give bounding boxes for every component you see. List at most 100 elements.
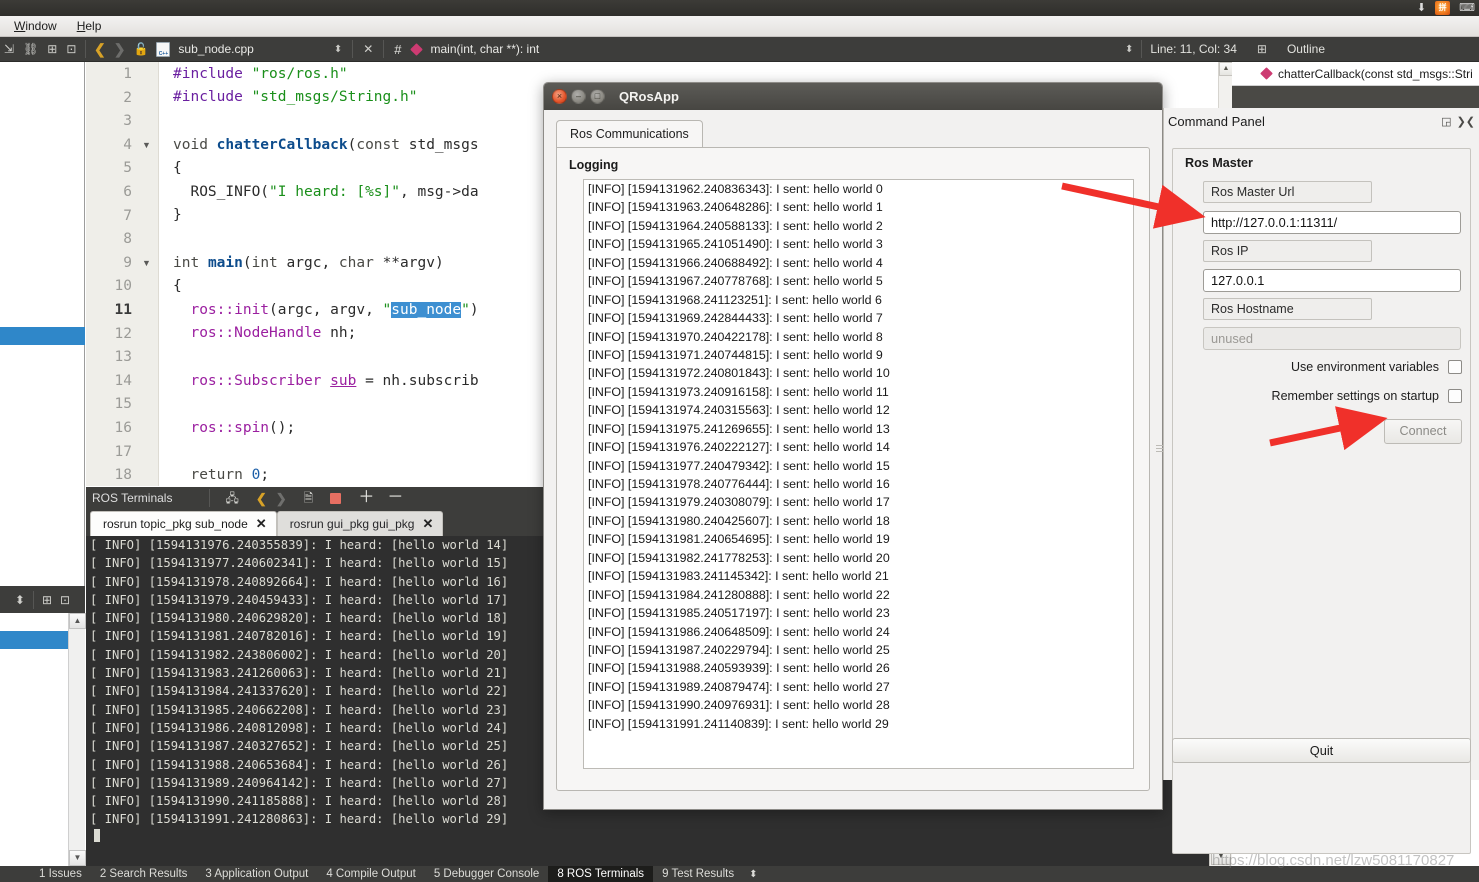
ros-terminal-tab-close-icon[interactable]: ✕: [422, 516, 433, 532]
close-file-icon[interactable]: ✕: [363, 43, 373, 55]
editor-scroll-up-icon[interactable]: ▲: [1219, 62, 1232, 76]
split-add-icon[interactable]: ⊞: [47, 43, 57, 55]
open-file-name[interactable]: sub_node.cpp: [178, 42, 253, 56]
log-list-item[interactable]: [INFO] [1594131973.240916158]: I sent: h…: [584, 383, 1133, 401]
ros-master-url-input[interactable]: http://127.0.0.1:11311/: [1203, 211, 1461, 234]
navigate-forward-icon[interactable]: ❯: [114, 41, 126, 58]
terminal-add-icon[interactable]: ＋: [358, 490, 374, 506]
code-fold-icon[interactable]: ▼: [142, 140, 151, 150]
file-selector-spin-icon[interactable]: ⬍: [334, 44, 342, 55]
link-icon[interactable]: ⛓: [23, 43, 38, 55]
log-list-item[interactable]: [INFO] [1594131969.242844433]: I sent: h…: [584, 309, 1133, 327]
log-list-item[interactable]: [INFO] [1594131972.240801843]: I sent: h…: [584, 364, 1133, 382]
log-list-item[interactable]: [INFO] [1594131978.240776444]: I sent: h…: [584, 475, 1133, 493]
statusbar-item[interactable]: 2 Search Results: [91, 866, 197, 882]
log-list-item[interactable]: [INFO] [1594131977.240479342]: I sent: h…: [584, 457, 1133, 475]
sidebar-scroll-down-icon[interactable]: ▼: [69, 850, 86, 866]
log-list-item[interactable]: [INFO] [1594131967.240778768]: I sent: h…: [584, 272, 1133, 290]
terminal-next-icon[interactable]: ❯: [276, 492, 287, 505]
remember-settings-checkbox[interactable]: [1448, 389, 1462, 403]
collapse-panel-icon[interactable]: ❯❮: [1457, 115, 1475, 128]
log-list-item[interactable]: [INFO] [1594131982.241778253]: I sent: h…: [584, 549, 1133, 567]
outline-split-icon[interactable]: ⊞: [1257, 43, 1267, 55]
terminal-prev-icon[interactable]: ❮: [256, 492, 267, 505]
log-list-item[interactable]: [INFO] [1594131962.240836343]: I sent: h…: [584, 180, 1133, 198]
statusbar-item[interactable]: 5 Debugger Console: [425, 866, 549, 882]
code-fold-icon[interactable]: ▼: [142, 258, 151, 268]
statusbar-item[interactable]: 8 ROS Terminals: [548, 866, 654, 882]
window-maximize-icon[interactable]: □: [590, 89, 605, 104]
ros-hostname-input[interactable]: unused: [1203, 327, 1461, 350]
terminal-new-file-icon[interactable]: 🗎: [304, 492, 314, 504]
ros-ip-input[interactable]: 127.0.0.1: [1203, 269, 1461, 292]
close-split-icon[interactable]: ⊡: [66, 43, 76, 55]
statusbar-spin-icon[interactable]: ⬍: [749, 869, 757, 880]
log-list-item[interactable]: [INFO] [1594131987.240229794]: I sent: h…: [584, 641, 1133, 659]
download-arrow-icon[interactable]: ⬇: [1417, 2, 1426, 14]
log-list-item[interactable]: [INFO] [1594131991.241140839]: I sent: h…: [584, 715, 1133, 733]
ros-terminal-tab-close-icon[interactable]: ✕: [256, 516, 267, 532]
remember-settings-row[interactable]: Remember settings on startup: [1272, 389, 1462, 403]
log-list-item[interactable]: [INFO] [1594131976.240222127]: I sent: h…: [584, 438, 1133, 456]
keyboard-icon[interactable]: ⌨: [1459, 2, 1475, 14]
sidebar-close-icon[interactable]: ⊡: [60, 594, 70, 606]
log-list-item[interactable]: [INFO] [1594131990.240976931]: I sent: h…: [584, 696, 1133, 714]
use-environment-variables-checkbox[interactable]: [1448, 360, 1462, 374]
sidebar-scroll-up-icon[interactable]: ▲: [69, 613, 86, 629]
use-environment-variables-row[interactable]: Use environment variables: [1291, 360, 1462, 374]
quit-button[interactable]: Quit: [1172, 738, 1471, 763]
ros-terminal-tab[interactable]: rosrun gui_pkg gui_pkg ✕: [276, 511, 444, 536]
log-list-item[interactable]: [INFO] [1594131989.240879474]: I sent: h…: [584, 678, 1133, 696]
sidebar-split-icon[interactable]: ⊞: [42, 594, 52, 606]
logging-list[interactable]: [INFO] [1594131962.240836343]: I sent: h…: [583, 179, 1134, 769]
tab-ros-communications[interactable]: Ros Communications: [556, 120, 703, 147]
log-list-item[interactable]: [INFO] [1594131974.240315563]: I sent: h…: [584, 401, 1133, 419]
connect-button[interactable]: Connect: [1384, 419, 1462, 444]
outline-panel: chatterCallback(const std_msgs::Stri: [1232, 62, 1479, 86]
statusbar-item[interactable]: 3 Application Output: [196, 866, 317, 882]
statusbar-item[interactable]: 1 Issues: [30, 866, 91, 882]
window-close-icon[interactable]: ×: [552, 89, 567, 104]
terminal-stop-icon[interactable]: [330, 492, 342, 504]
log-list-item[interactable]: [INFO] [1594131965.241051490]: I sent: h…: [584, 235, 1133, 253]
log-list-item[interactable]: [INFO] [1594131979.240308079]: I sent: h…: [584, 493, 1133, 511]
line-col-indicator[interactable]: Line: 11, Col: 34: [1150, 42, 1237, 56]
log-list-item[interactable]: [INFO] [1594131970.240422178]: I sent: h…: [584, 328, 1133, 346]
log-list-item[interactable]: [INFO] [1594131988.240593939]: I sent: h…: [584, 659, 1133, 677]
statusbar-item[interactable]: 4 Compile Output: [317, 866, 425, 882]
panel-splitter-handle[interactable]: [1155, 440, 1163, 456]
navigate-back-icon[interactable]: ❮: [94, 41, 106, 58]
terminal-remove-icon[interactable]: －: [387, 490, 403, 506]
outline-entry[interactable]: chatterCallback(const std_msgs::Stri: [1278, 67, 1473, 81]
log-list-item[interactable]: [INFO] [1594131963.240648286]: I sent: h…: [584, 198, 1133, 216]
current-symbol[interactable]: main(int, char **): int: [431, 42, 540, 56]
terminal-attach-icon[interactable]: 🖧: [225, 492, 238, 504]
log-list-item[interactable]: [INFO] [1594131981.240654695]: I sent: h…: [584, 530, 1133, 548]
ros-terminal-tab[interactable]: rosrun topic_pkg sub_node ✕: [90, 511, 277, 536]
log-list-item[interactable]: [INFO] [1594131966.240688492]: I sent: h…: [584, 254, 1133, 272]
log-list-item[interactable]: [INFO] [1594131986.240648509]: I sent: h…: [584, 623, 1133, 641]
qrosapp-titlebar[interactable]: × – □ QRosApp: [544, 83, 1162, 110]
float-panel-icon[interactable]: ◲: [1441, 115, 1451, 128]
symbol-selector-spin-icon[interactable]: ⬍: [1125, 44, 1133, 55]
log-list-item[interactable]: [INFO] [1594131975.241269655]: I sent: h…: [584, 420, 1133, 438]
sidebar-selected-row[interactable]: [0, 327, 85, 345]
qrosapp-window[interactable]: × – □ QRosApp Ros Communications Logging…: [543, 82, 1163, 810]
sidebar-scrollbar[interactable]: ▲ ▼: [68, 613, 86, 866]
log-list-item[interactable]: [INFO] [1594131980.240425607]: I sent: h…: [584, 512, 1133, 530]
menu-help[interactable]: Help: [67, 17, 112, 35]
log-list-item[interactable]: [INFO] [1594131985.240517197]: I sent: h…: [584, 604, 1133, 622]
log-list-item[interactable]: [INFO] [1594131984.241280888]: I sent: h…: [584, 586, 1133, 604]
split-arrow-icon[interactable]: ⇲: [4, 43, 14, 55]
lock-open-icon[interactable]: 🔓: [133, 42, 148, 56]
line-number-toggle-icon[interactable]: #: [394, 42, 401, 57]
log-list-item[interactable]: [INFO] [1594131971.240744815]: I sent: h…: [584, 346, 1133, 364]
log-list-item[interactable]: [INFO] [1594131968.241123251]: I sent: h…: [584, 291, 1133, 309]
log-list-item[interactable]: [INFO] [1594131964.240588133]: I sent: h…: [584, 217, 1133, 235]
sidebar-spin-icon[interactable]: ⬍: [15, 594, 25, 606]
log-list-item[interactable]: [INFO] [1594131983.241145342]: I sent: h…: [584, 567, 1133, 585]
window-minimize-icon[interactable]: –: [571, 89, 586, 104]
statusbar-item[interactable]: 9 Test Results: [653, 866, 743, 882]
menu-window[interactable]: Window: [4, 17, 67, 35]
ime-icon[interactable]: 拼: [1435, 1, 1451, 15]
